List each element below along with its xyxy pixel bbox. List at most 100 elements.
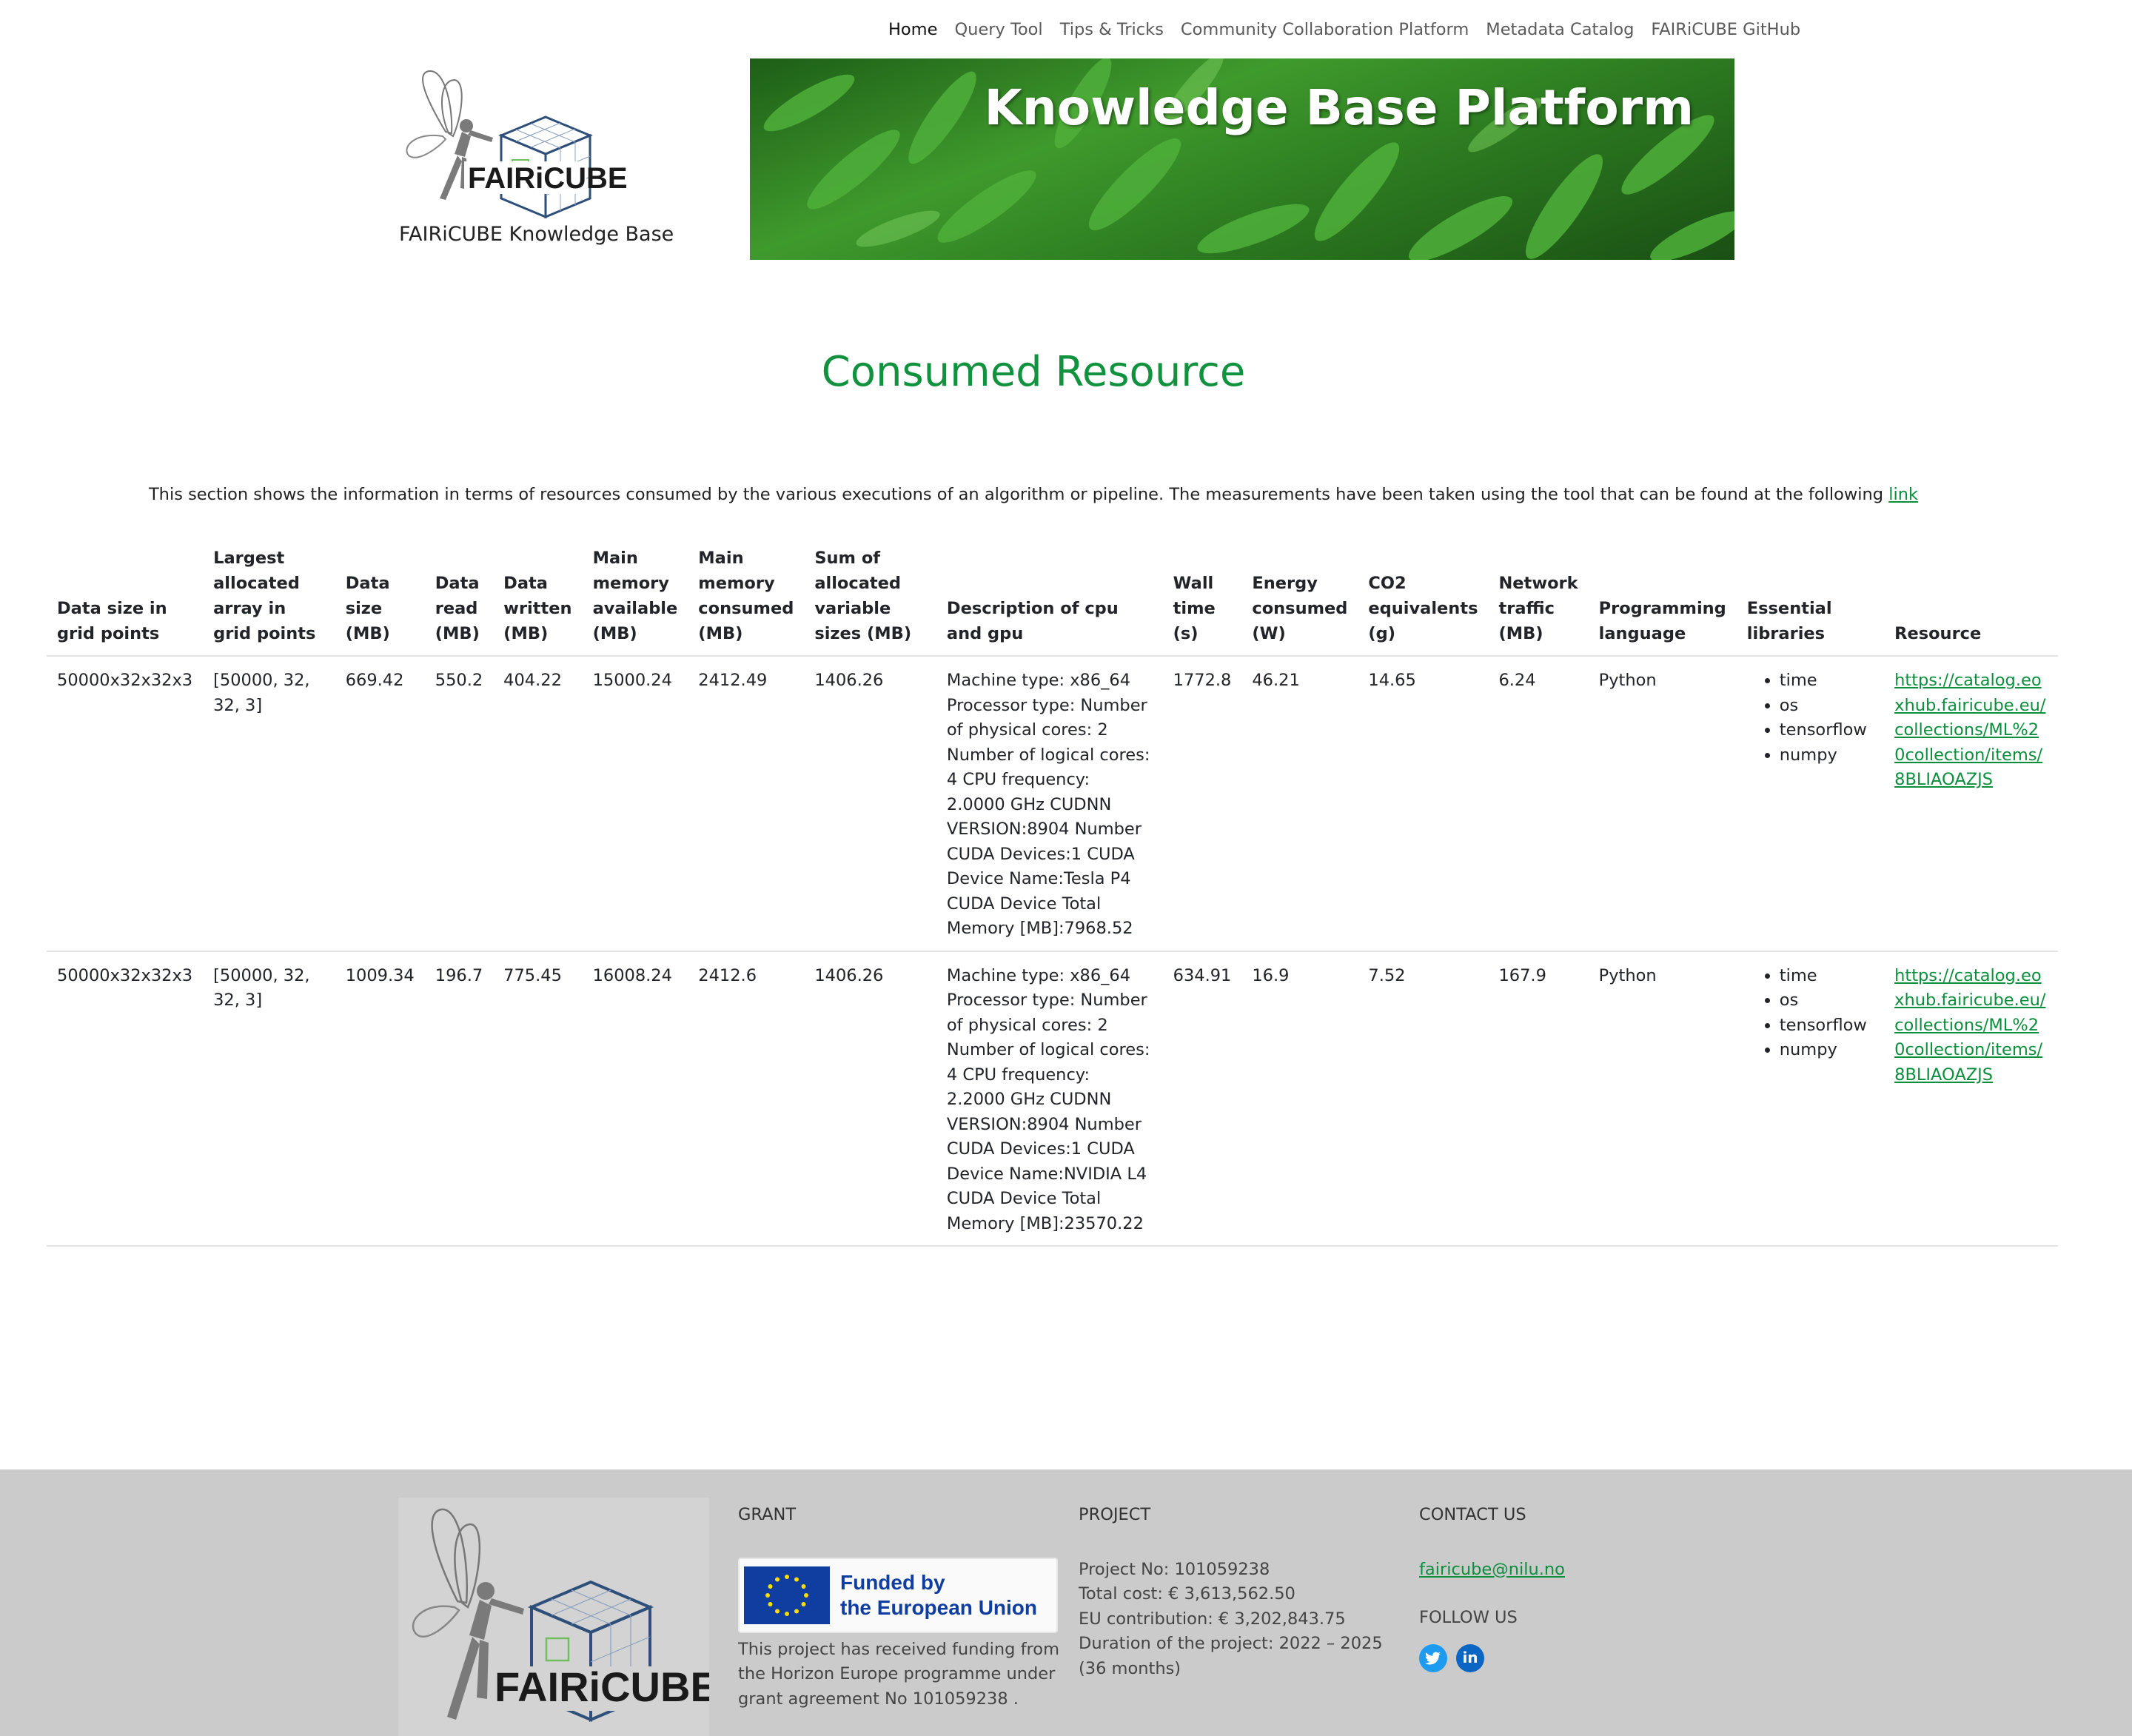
table-row: 50000x32x32x3 [50000, 32, 32, 3] 669.42 … [47, 656, 2058, 952]
cell-data-read: 550.2 [424, 656, 494, 952]
cell-grid-points: 50000x32x32x3 [47, 951, 204, 1247]
social-links: in [1419, 1643, 1730, 1672]
cell-data-read: 196.7 [424, 951, 494, 1247]
header-banner: Knowledge Base Platform [750, 58, 1734, 260]
nav-tips-tricks[interactable]: Tips & Tricks [1060, 16, 1164, 43]
cell-energy: 16.9 [1241, 951, 1358, 1247]
list-item: os [1780, 988, 1874, 1013]
libraries-list: time os tensorflow numpy [1747, 668, 1874, 768]
cell-mem-available: 16008.24 [582, 951, 688, 1247]
col-header: Largest allocated array in grid points [203, 546, 335, 657]
fairy-cube-logo-icon: FAIRiCUBE [412, 1508, 709, 1723]
list-item: tensorflow [1780, 718, 1874, 743]
resource-link[interactable]: https://catalog.eoxhub.fairicube.eu/coll… [1894, 671, 2045, 789]
page-title: Consumed Resource [821, 348, 1246, 396]
cell-largest-array: [50000, 32, 32, 3] [203, 656, 335, 952]
resource-link[interactable]: https://catalog.eoxhub.fairicube.eu/coll… [1894, 966, 2045, 1085]
cell-largest-array: [50000, 32, 32, 3] [203, 951, 335, 1247]
grant-heading: GRANT [738, 1505, 797, 1524]
banner-title: Knowledge Base Platform [984, 79, 1694, 136]
cell-data-size: 669.42 [335, 656, 425, 952]
eu-badge-line1: Funded by [840, 1570, 945, 1594]
cell-data-written: 404.22 [493, 656, 583, 952]
footer-contact: CONTACT US fairicube@nilu.no FOLLOW US i… [1419, 1503, 1730, 1672]
list-item: tensorflow [1780, 1013, 1874, 1039]
intro-body: This section shows the information in te… [148, 485, 1884, 504]
cell-sum-vars: 1406.26 [804, 951, 936, 1247]
project-duration: Duration of the project: 2022 – 2025 (36… [1079, 1634, 1383, 1678]
col-header: Wall time (s) [1162, 546, 1242, 657]
cell-language: Python [1588, 951, 1737, 1247]
col-header: Network traffic (MB) [1488, 546, 1589, 657]
list-item: os [1780, 694, 1874, 719]
follow-us-heading: FOLLOW US [1419, 1608, 1518, 1627]
fairy-cube-logo-icon: FAIRiCUBE [406, 70, 628, 219]
cell-libraries: time os tensorflow numpy [1736, 656, 1885, 952]
svg-text:FAIRiCUBE: FAIRiCUBE [495, 1663, 709, 1710]
list-item: time [1780, 964, 1874, 989]
col-header: Main memory available (MB) [582, 546, 688, 657]
cell-co2: 14.65 [1358, 656, 1489, 952]
col-header: Data size in grid points [47, 546, 204, 657]
project-number: Project No: 101059238 [1079, 1559, 1270, 1579]
cell-wall-time: 634.91 [1162, 951, 1242, 1247]
grant-text: This project has received funding from t… [738, 1639, 1059, 1709]
nav-home[interactable]: Home [888, 16, 937, 43]
cell-grid-points: 50000x32x32x3 [47, 656, 204, 952]
cell-energy: 46.21 [1241, 656, 1358, 952]
table-header-row: Data size in grid points Largest allocat… [47, 546, 2058, 657]
cell-sum-vars: 1406.26 [804, 656, 936, 952]
footer-project: PROJECT Project No: 101059238 Total cost… [1079, 1503, 1404, 1681]
col-header: Main memory consumed (MB) [688, 546, 805, 657]
intro-text: This section shows the information in te… [0, 485, 2067, 504]
site-caption: FAIRiCUBE Knowledge Base [399, 223, 674, 246]
footer [0, 1469, 2132, 1736]
col-header: Programming language [1588, 546, 1737, 657]
eu-funding-badge: Funded by the European Union [738, 1557, 1058, 1633]
svg-text:FAIRiCUBE: FAIRiCUBE [468, 162, 628, 195]
list-item: time [1780, 668, 1874, 694]
cell-cpu-gpu: Machine type: x86_64 Processor type: Num… [936, 951, 1163, 1247]
twitter-icon[interactable] [1419, 1643, 1447, 1672]
cell-network: 167.9 [1488, 951, 1589, 1247]
col-header: CO2 equivalents (g) [1358, 546, 1489, 657]
intro-link[interactable]: link [1888, 485, 1918, 504]
cell-mem-available: 15000.24 [582, 656, 688, 952]
linkedin-icon[interactable]: in [1456, 1643, 1484, 1672]
contact-heading: CONTACT US [1419, 1505, 1526, 1524]
col-header: Data written (MB) [493, 546, 583, 657]
col-header: Energy consumed (W) [1241, 546, 1358, 657]
list-item: numpy [1780, 1038, 1874, 1063]
cell-data-written: 775.45 [493, 951, 583, 1247]
nav-query-tool[interactable]: Query Tool [954, 16, 1042, 43]
col-header: Essential libraries [1736, 546, 1885, 657]
cell-wall-time: 1772.8 [1162, 656, 1242, 952]
col-header: Resource [1884, 546, 2058, 657]
list-item: numpy [1780, 743, 1874, 768]
libraries-list: time os tensorflow numpy [1747, 964, 1874, 1063]
contact-email-link[interactable]: fairicube@nilu.no [1419, 1560, 1565, 1579]
top-navigation: Home Query Tool Tips & Tricks Community … [888, 16, 1800, 43]
eu-flag-icon [744, 1566, 830, 1624]
nav-github[interactable]: FAIRiCUBE GitHub [1651, 16, 1800, 43]
project-total-cost: Total cost: € 3,613,562.50 [1079, 1584, 1295, 1603]
footer-logo[interactable]: FAIRiCUBE [398, 1498, 709, 1736]
cell-resource: https://catalog.eoxhub.fairicube.eu/coll… [1884, 951, 2058, 1247]
eu-badge-line2: the European Union [840, 1595, 1037, 1619]
nav-community-collaboration-platform[interactable]: Community Collaboration Platform [1181, 16, 1469, 43]
cell-language: Python [1588, 656, 1737, 952]
cell-resource: https://catalog.eoxhub.fairicube.eu/coll… [1884, 656, 2058, 952]
col-header: Description of cpu and gpu [936, 546, 1163, 657]
cell-mem-consumed: 2412.49 [688, 656, 805, 952]
cell-libraries: time os tensorflow numpy [1736, 951, 1885, 1247]
consumed-resource-table: Data size in grid points Largest allocat… [47, 546, 2058, 1247]
cell-cpu-gpu: Machine type: x86_64 Processor type: Num… [936, 656, 1163, 952]
col-header: Data size (MB) [335, 546, 425, 657]
cell-co2: 7.52 [1358, 951, 1489, 1247]
nav-metadata-catalog[interactable]: Metadata Catalog [1486, 16, 1634, 43]
table-row: 50000x32x32x3 [50000, 32, 32, 3] 1009.34… [47, 951, 2058, 1247]
col-header: Data read (MB) [424, 546, 494, 657]
eu-badge-text: Funded by the European Union [840, 1570, 1037, 1621]
project-eu-contribution: EU contribution: € 3,202,843.75 [1079, 1609, 1346, 1629]
cell-network: 6.24 [1488, 656, 1589, 952]
